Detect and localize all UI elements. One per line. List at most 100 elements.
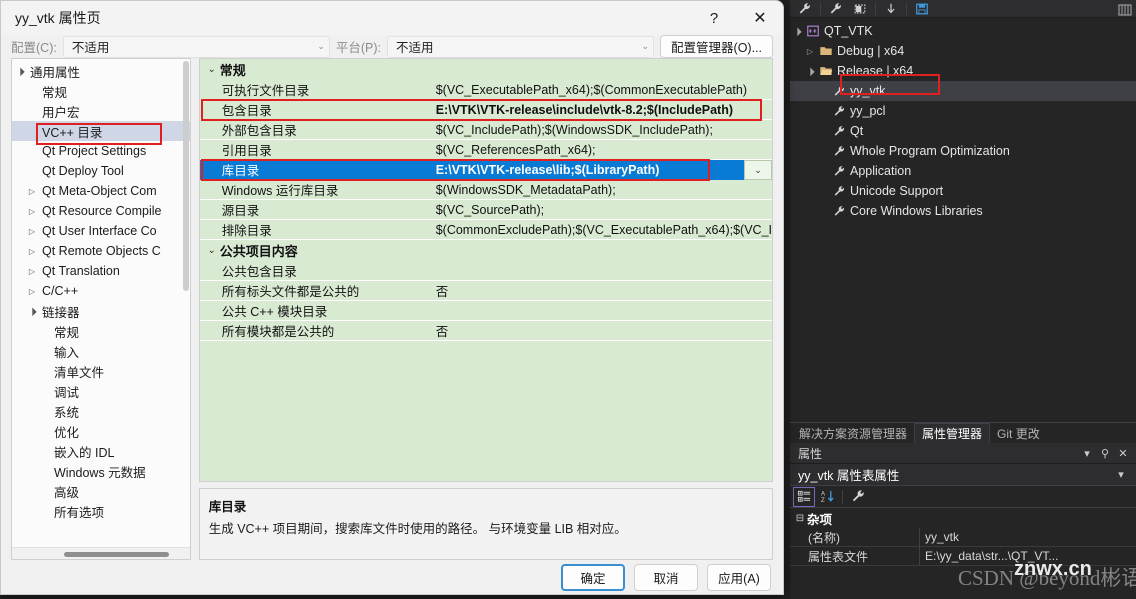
help-button[interactable]: ? <box>691 1 737 35</box>
settings-tree-item[interactable]: 调试 <box>12 381 190 401</box>
collapse-arrow-icon[interactable]: ▷ <box>24 287 40 296</box>
settings-tree-item[interactable]: 嵌入的 IDL <box>12 441 190 461</box>
property-value[interactable]: 否 <box>432 281 772 301</box>
solution-tree-item[interactable]: Application <box>790 161 1136 181</box>
settings-tree-item[interactable]: ▷Qt Translation <box>12 261 190 281</box>
close-button[interactable]: ✕ <box>737 1 783 35</box>
property-row[interactable]: Windows 运行库目录$(WindowsSDK_MetadataPath); <box>200 180 772 200</box>
categorized-icon[interactable] <box>794 488 814 506</box>
collapse-arrow-icon[interactable]: ▷ <box>24 207 40 216</box>
property-row[interactable]: 外部包含目录$(VC_IncludePath);$(WindowsSDK_Inc… <box>200 120 772 140</box>
solution-tree-item[interactable]: Whole Program Optimization <box>790 141 1136 161</box>
property-row[interactable]: 包含目录E:\VTK\VTK-release\include\vtk-8.2;$… <box>200 100 772 120</box>
vertical-scrollbar[interactable] <box>183 61 189 291</box>
wrench-add-icon[interactable] <box>825 1 847 17</box>
properties-category-header[interactable]: ⊟ 杂项 <box>790 508 1136 528</box>
dock-tab[interactable]: 属性管理器 <box>914 423 990 443</box>
expand-arrow-icon[interactable]: ◢ <box>23 302 41 320</box>
expand-arrow-icon[interactable]: ◢ <box>802 63 818 79</box>
settings-tree-item[interactable]: 高级 <box>12 481 190 501</box>
platform-dropdown[interactable]: 不适用 ⌄ <box>387 36 654 58</box>
settings-tree-item[interactable]: Windows 元数据 <box>12 461 190 481</box>
property-row[interactable]: 源目录$(VC_SourcePath); <box>200 200 772 220</box>
settings-tree-item[interactable]: 常规 <box>12 321 190 341</box>
property-value[interactable]: $(VC_ExecutablePath_x64);$(CommonExecuta… <box>432 80 772 100</box>
dock-tab[interactable]: 解决方案资源管理器 <box>792 423 914 443</box>
settings-tree-item[interactable]: ◢通用属性 <box>12 61 190 81</box>
property-row[interactable]: 公共包含目录 <box>200 261 772 281</box>
alphabetical-sort-icon[interactable]: AZ <box>817 488 837 506</box>
property-value[interactable]: $(VC_IncludePath);$(WindowsSDK_IncludePa… <box>432 120 772 140</box>
settings-tree-item[interactable]: ▷Qt Resource Compile <box>12 201 190 221</box>
chevron-down-icon[interactable]: ▾ <box>1078 447 1096 460</box>
ide-property-row[interactable]: (名称)yy_vtk <box>790 528 1136 547</box>
chevron-down-icon[interactable]: ▾ <box>1112 468 1130 481</box>
configuration-manager-button[interactable]: 配置管理器(O)... <box>660 35 773 58</box>
apply-button[interactable]: 应用(A) <box>707 564 771 591</box>
settings-tree-item[interactable]: 所有选项 <box>12 501 190 521</box>
solution-tree-item[interactable]: ◢QT_VTK <box>790 21 1136 41</box>
settings-tree-item[interactable]: ▷Qt Remote Objects C <box>12 241 190 261</box>
settings-tree-item[interactable]: ◢链接器 <box>12 301 190 321</box>
property-row[interactable]: 所有模块都是公共的否 <box>200 321 772 341</box>
collapse-arrow-icon[interactable]: ▷ <box>24 247 40 256</box>
solution-tree-item[interactable]: ▷Debug | x64 <box>790 41 1136 61</box>
settings-tree-item[interactable]: Qt Deploy Tool <box>12 161 190 181</box>
solution-tree-item[interactable]: yy_vtk <box>790 81 1136 101</box>
horizontal-scrollbar-thumb[interactable] <box>64 552 169 557</box>
settings-tree-item[interactable]: ▷Qt Meta-Object Com <box>12 181 190 201</box>
property-value[interactable] <box>432 261 772 281</box>
chevron-down-icon[interactable]: ⌄ <box>744 160 772 180</box>
ide-property-row[interactable]: 属性表文件E:\yy_data\str...\QT_VT... <box>790 547 1136 566</box>
property-value[interactable]: $(CommonExcludePath);$(VC_ExecutablePath… <box>432 220 772 240</box>
solution-tree-item[interactable]: Core Windows Libraries <box>790 201 1136 221</box>
property-value[interactable]: $(VC_ReferencesPath_x64); <box>432 140 772 160</box>
property-row[interactable]: 可执行文件目录$(VC_ExecutablePath_x64);$(Common… <box>200 80 772 100</box>
pin-icon[interactable]: ⚲ <box>1096 447 1114 460</box>
property-row[interactable]: 排除目录$(CommonExcludePath);$(VC_Executable… <box>200 220 772 240</box>
solution-tree-item[interactable]: Unicode Support <box>790 181 1136 201</box>
property-value[interactable]: $(WindowsSDK_MetadataPath); <box>432 180 772 200</box>
settings-tree-item[interactable]: ▷Qt User Interface Co <box>12 221 190 241</box>
settings-tree-item[interactable]: 清单文件 <box>12 361 190 381</box>
settings-tree-item[interactable]: 用户宏 <box>12 101 190 121</box>
ide-property-value[interactable]: yy_vtk <box>920 528 1136 547</box>
add-property-sheet-icon[interactable] <box>849 1 871 17</box>
cancel-button[interactable]: 取消 <box>634 564 698 591</box>
property-value[interactable] <box>432 301 772 321</box>
property-row[interactable]: 所有标头文件都是公共的否 <box>200 281 772 301</box>
collapse-arrow-icon[interactable]: ▷ <box>24 267 40 276</box>
expand-arrow-icon[interactable]: ◢ <box>790 23 805 39</box>
chevron-down-icon[interactable]: ⌄ <box>204 64 220 75</box>
horizontal-scrollbar-track[interactable] <box>12 547 190 559</box>
collapse-arrow-icon[interactable]: ▷ <box>24 227 40 236</box>
ide-property-value[interactable]: E:\yy_data\str...\QT_VT... <box>920 547 1136 566</box>
property-section-public[interactable]: ⌄公共项目内容 <box>200 240 772 261</box>
solution-tree-item[interactable]: ◢Release | x64 <box>790 61 1136 81</box>
configuration-dropdown[interactable]: 不适用 ⌄ <box>63 36 330 58</box>
property-value[interactable]: $(VC_SourcePath); <box>432 200 772 220</box>
properties-object-selector[interactable]: yy_vtk 属性表属性 ▾ <box>790 464 1136 486</box>
property-value[interactable]: E:\VTK\VTK-release\lib;$(LibraryPath) <box>432 160 772 180</box>
property-row[interactable]: 库目录E:\VTK\VTK-release\lib;$(LibraryPath)… <box>200 160 772 180</box>
property-pages-icon[interactable] <box>848 488 868 506</box>
property-value[interactable]: 否 <box>432 321 772 341</box>
settings-tree-item[interactable]: ▷C/C++ <box>12 281 190 301</box>
dock-tab[interactable]: Git 更改 <box>990 423 1047 443</box>
property-row[interactable]: 引用目录$(VC_ReferencesPath_x64); <box>200 140 772 160</box>
property-row[interactable]: 公共 C++ 模块目录 <box>200 301 772 321</box>
close-icon[interactable]: ✕ <box>1114 447 1132 460</box>
chevron-down-icon[interactable]: ⌄ <box>204 245 220 256</box>
solution-tree-item[interactable]: yy_pcl <box>790 101 1136 121</box>
property-value[interactable]: E:\VTK\VTK-release\include\vtk-8.2;$(Inc… <box>432 100 772 120</box>
save-icon[interactable] <box>911 1 933 17</box>
collapse-icon[interactable]: ⊟ <box>793 513 807 524</box>
settings-tree-item[interactable]: 优化 <box>12 421 190 441</box>
down-arrow-icon[interactable] <box>880 1 902 17</box>
collapse-arrow-icon[interactable]: ▷ <box>803 47 817 56</box>
settings-tree-item[interactable]: 系统 <box>12 401 190 421</box>
settings-tree-item[interactable]: 输入 <box>12 341 190 361</box>
settings-tree-item[interactable]: 常规 <box>12 81 190 101</box>
solution-tree-item[interactable]: Qt <box>790 121 1136 141</box>
wrench-icon[interactable] <box>794 1 816 17</box>
